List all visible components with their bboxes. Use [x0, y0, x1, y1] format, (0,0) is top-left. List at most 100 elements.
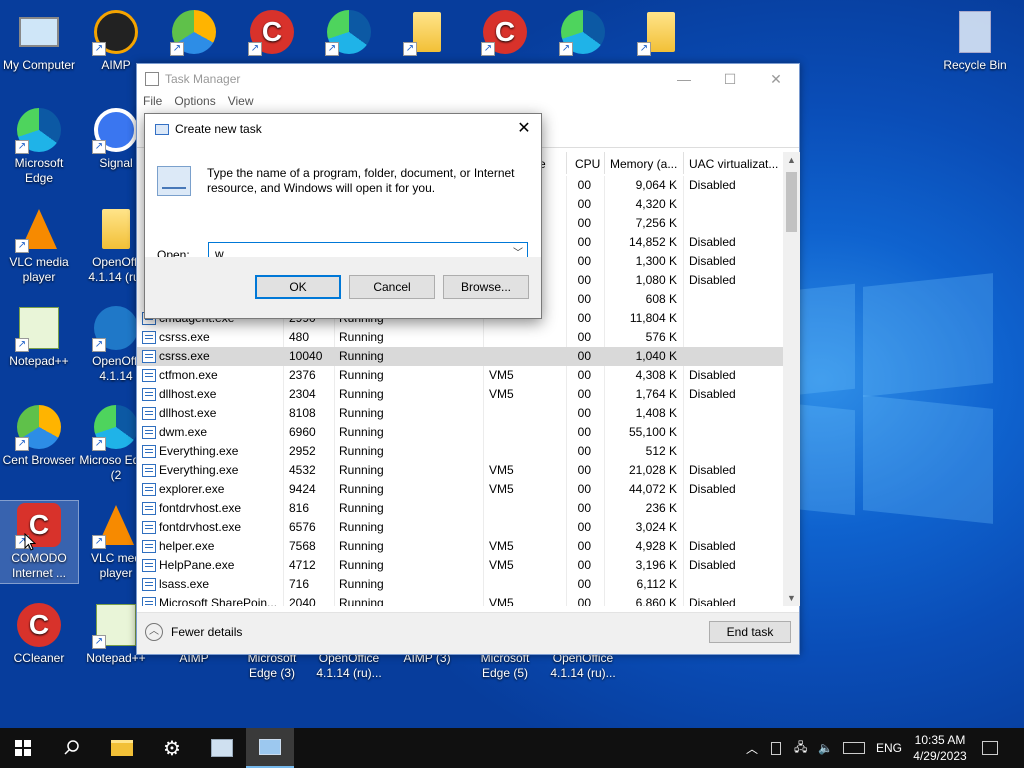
clock[interactable]: 10:35 AM 4/29/2023	[908, 732, 972, 764]
browse-button[interactable]: Browse...	[443, 275, 529, 299]
fewer-details-button[interactable]: ︿ Fewer details	[145, 623, 242, 641]
network-button[interactable]: 🖧	[794, 728, 807, 768]
volume-button[interactable]: 🔈	[818, 728, 833, 768]
process-memory: 1,040 K	[635, 349, 677, 363]
end-task-button[interactable]: End task	[709, 621, 791, 643]
desktop-icon-microsoft-edge[interactable]: ↗ Microsoft Edge	[0, 106, 78, 186]
table-row[interactable]: fontdrvhost.exe 816 Running 00 236 K	[137, 499, 783, 518]
desktop-icon-ccleaner-3[interactable]: C ↗	[466, 8, 544, 58]
desktop-icon-edge-3[interactable]: Microsoft Edge (3)	[233, 651, 311, 681]
menu-view[interactable]: View	[228, 94, 254, 114]
dialog-footer: OK Cancel Browse...	[145, 257, 541, 318]
process-cpu: 00	[577, 178, 591, 192]
process-cpu: 00	[577, 235, 591, 249]
process-cpu: 00	[577, 463, 591, 477]
process-pid: 716	[289, 577, 310, 591]
process-cpu: 00	[577, 387, 591, 401]
table-row[interactable]: ctfmon.exe 2376 Running VM5 00 4,308 K Disable…	[137, 366, 783, 385]
process-memory: 1,764 K	[635, 387, 677, 401]
start-button[interactable]	[0, 728, 46, 768]
process-user: VM5	[489, 463, 514, 477]
table-row[interactable]: explorer.exe 9424 Running VM5 00 44,072 K Disa…	[137, 480, 783, 499]
table-row[interactable]: HelpPane.exe 4712 Running VM5 00 3,196 K Disab…	[137, 556, 783, 575]
desktop-icon-folder[interactable]: ↗	[388, 8, 466, 58]
process-cpu: 00	[577, 254, 591, 268]
ccleaner-icon: C	[17, 603, 61, 647]
column-header-memory[interactable]: Memory (a...	[610, 154, 677, 174]
desktop-icon-vlc[interactable]: ↗ VLC media player	[0, 205, 78, 285]
taskbar-task-manager[interactable]	[246, 728, 294, 768]
cancel-button[interactable]: Cancel	[349, 275, 435, 299]
table-row[interactable]: lsass.exe 716 Running 00 6,112 K	[137, 575, 783, 594]
process-icon	[142, 388, 156, 401]
desktop-icon-edge-4[interactable]: ↗	[310, 8, 388, 58]
notifications-button[interactable]	[982, 728, 998, 768]
process-memory: 4,928 K	[635, 539, 677, 553]
process-status: Running	[339, 482, 384, 496]
vertical-scrollbar[interactable]: ▲ ▼	[783, 152, 800, 606]
folder-icon	[413, 12, 441, 52]
process-name: dllhost.exe	[159, 387, 217, 401]
taskbar-app[interactable]	[200, 728, 244, 768]
process-name: dllhost.exe	[159, 406, 217, 420]
maximize-button[interactable]: ☐	[707, 64, 753, 94]
desktop-icon-my-computer[interactable]: My Computer	[0, 8, 78, 73]
scroll-down-arrow-icon[interactable]: ▼	[783, 590, 800, 606]
desktop-icon-openoffice-2[interactable]: OpenOffice 4.1.14 (ru)...	[310, 651, 388, 681]
table-row[interactable]: helper.exe 7568 Running VM5 00 4,928 K Disable…	[137, 537, 783, 556]
table-row[interactable]: Everything.exe 4532 Running VM5 00 21,028 K Di…	[137, 461, 783, 480]
desktop-icon-folder-2[interactable]: ↗	[622, 8, 700, 58]
process-icon	[142, 502, 156, 515]
desktop-icon-cent-browser-2[interactable]: ↗	[155, 8, 233, 58]
touch-keyboard-button[interactable]	[843, 728, 865, 768]
table-row[interactable]: fontdrvhost.exe 6576 Running 00 3,024 K	[137, 518, 783, 537]
table-row[interactable]: csrss.exe 10040 Running 00 1,040 K	[137, 347, 783, 366]
close-button[interactable]: ✕	[753, 64, 799, 94]
column-header-uac[interactable]: UAC virtualizat...	[689, 154, 778, 174]
desktop-icon-cent-browser[interactable]: ↗ Cent Browser	[0, 403, 78, 468]
dialog-titlebar[interactable]: Create new task	[145, 114, 541, 144]
process-status: Running	[339, 520, 384, 534]
desktop-icon-comodo[interactable]: C ↗ COMODO Internet ...	[0, 500, 79, 584]
process-pid: 2304	[289, 387, 316, 401]
process-cpu: 00	[577, 197, 591, 211]
process-name: ctfmon.exe	[159, 368, 218, 382]
desktop-icon-edge-6[interactable]: ↗	[544, 8, 622, 58]
desktop-icon-ccleaner[interactable]: C CCleaner	[0, 601, 78, 666]
desktop-icon-notepadpp[interactable]: ↗ Notepad++	[0, 304, 78, 369]
process-uac: Disabled	[689, 463, 736, 477]
process-memory: 11,804 K	[629, 311, 677, 325]
process-pid: 6576	[289, 520, 316, 534]
table-row[interactable]: csrss.exe 480 Running 00 576 K	[137, 328, 783, 347]
search-button[interactable]	[50, 728, 94, 768]
scroll-up-arrow-icon[interactable]: ▲	[783, 152, 800, 168]
table-row[interactable]: dllhost.exe 2304 Running VM5 00 1,764 K Disabl…	[137, 385, 783, 404]
scroll-thumb[interactable]	[786, 172, 797, 232]
create-new-task-dialog: Create new task ✕ Type the name of a pro…	[144, 113, 542, 319]
table-row[interactable]: Microsoft SharePoin... 2040 Running VM5 00 6,…	[137, 594, 783, 606]
desktop-icon-edge-5[interactable]: Microsoft Edge (5)	[466, 651, 544, 681]
process-memory: 4,308 K	[635, 368, 677, 382]
menu-options[interactable]: Options	[174, 94, 215, 114]
process-cpu: 00	[577, 330, 591, 344]
tray-app[interactable]	[771, 728, 781, 768]
gear-icon: ⚙	[163, 737, 181, 760]
process-icon	[142, 350, 156, 363]
dialog-close-button[interactable]: ✕	[507, 114, 541, 144]
table-row[interactable]: Everything.exe 2952 Running 00 512 K	[137, 442, 783, 461]
taskbar-file-explorer[interactable]	[100, 728, 144, 768]
language-indicator[interactable]: ENG	[876, 728, 902, 768]
desktop-icon-recycle-bin[interactable]: Recycle Bin	[936, 8, 1014, 73]
process-name: Everything.exe	[159, 444, 239, 458]
desktop-icon-ccleaner-2[interactable]: C ↗	[233, 8, 311, 58]
table-row[interactable]: dwm.exe 6960 Running 00 55,100 K	[137, 423, 783, 442]
desktop-icon-openoffice-3[interactable]: OpenOffice 4.1.14 (ru)...	[544, 651, 622, 681]
column-header-cpu[interactable]: CPU	[575, 154, 600, 174]
minimize-button[interactable]: —	[661, 64, 707, 94]
taskbar-settings[interactable]: ⚙	[150, 728, 194, 768]
menu-file[interactable]: File	[143, 94, 162, 114]
show-hidden-icons[interactable]: ︿	[746, 728, 758, 768]
recycle-bin-icon	[959, 11, 991, 53]
table-row[interactable]: dllhost.exe 8108 Running 00 1,408 K	[137, 404, 783, 423]
ok-button[interactable]: OK	[255, 275, 341, 299]
